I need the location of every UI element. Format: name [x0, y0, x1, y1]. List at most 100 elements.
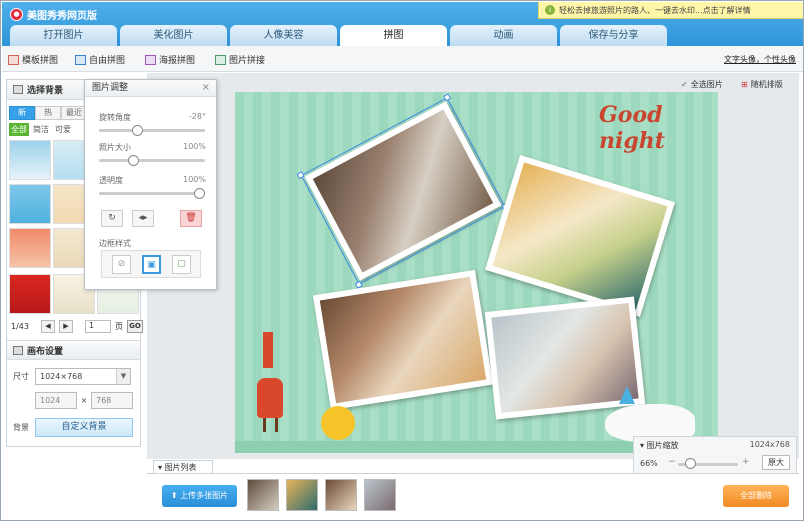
image-icon: [13, 85, 23, 94]
go-button[interactable]: GO: [126, 320, 143, 333]
background-title: 选择背景: [27, 86, 64, 96]
main-tabs: 打开图片 美化图片 人像美容 拼图 动画 保存与分享: [10, 25, 667, 47]
resize-handle[interactable]: [296, 171, 305, 180]
tab-new[interactable]: 新: [9, 106, 35, 120]
height-input[interactable]: 768: [91, 392, 133, 409]
tab-collage[interactable]: 拼图: [340, 25, 447, 47]
background-pager: 1/43 ◀ ▶ 1 页 GO: [11, 320, 143, 333]
tab-save-share[interactable]: 保存与分享: [560, 25, 667, 47]
rotation-label: 旋转角度: [99, 113, 131, 122]
next-page-button[interactable]: ▶: [58, 320, 73, 333]
app-title: 美图秀秀网页版: [27, 11, 97, 22]
promo-banner[interactable]: i 轻松去掉旅游照片的路人、一键去水印...点击了解详情: [538, 2, 803, 19]
border-style-options: ⊘ ▣ ▢: [101, 250, 201, 278]
chevron-down-icon: ▼: [116, 369, 130, 384]
good-night-decoration: Good night: [599, 102, 665, 154]
resize-handle[interactable]: [443, 93, 452, 102]
upload-multiple-button[interactable]: ⬆ 上传多张图片: [162, 485, 237, 507]
random-arrange-button[interactable]: ⊞ 随机排版: [741, 79, 783, 90]
promo-text[interactable]: 轻松去掉旅游照片的路人、一键去水印...点击了解详情: [559, 5, 751, 16]
background-thumbnail[interactable]: [9, 274, 51, 314]
collage-photo-3[interactable]: [312, 269, 494, 411]
rotation-value: -28°: [188, 112, 206, 121]
size-value: 100%: [183, 142, 206, 151]
background-thumbnail[interactable]: [9, 184, 51, 224]
background-thumbnail[interactable]: [9, 140, 51, 180]
opacity-value: 100%: [183, 175, 206, 184]
size-slider-knob[interactable]: [127, 155, 139, 166]
rotation-slider[interactable]: [99, 125, 205, 136]
size-select[interactable]: 1024×768 ▼: [35, 368, 131, 385]
border-style-label: 边框样式: [99, 239, 131, 248]
zoom-out-icon[interactable]: −: [668, 457, 676, 467]
photo-list-thumbnail[interactable]: [247, 479, 279, 511]
free-collage-label: 自由拼图: [89, 56, 126, 66]
background-label: 背景: [13, 423, 29, 432]
photo-list-bar: ⬆ 上传多张图片 全部删除: [147, 473, 799, 517]
collage-photo-1[interactable]: [296, 93, 510, 289]
select-all-button[interactable]: ✔ 全选图片: [681, 79, 723, 90]
photo-list-thumbnail[interactable]: [325, 479, 357, 511]
photo-1-image: [312, 109, 494, 273]
zoom-percent: 66%: [640, 459, 658, 468]
border-style-2-icon[interactable]: ▢: [172, 255, 191, 274]
free-collage-button[interactable]: 自由拼图: [75, 53, 125, 66]
adjust-panel-header: 图片调整 ×: [85, 80, 216, 97]
canvas-settings-header: 画布设置: [7, 340, 140, 360]
border-style-1-icon[interactable]: ▣: [142, 255, 161, 274]
delete-icon[interactable]: 🗑: [180, 210, 202, 227]
tab-open-image[interactable]: 打开图片: [10, 25, 117, 47]
category-all[interactable]: 全部: [9, 123, 29, 136]
select-all-label: 全选图片: [690, 80, 723, 89]
zoom-in-icon[interactable]: +: [742, 457, 750, 467]
photo-list-thumbnail[interactable]: [286, 479, 318, 511]
page-input[interactable]: 1: [84, 320, 111, 333]
custom-background-button[interactable]: 自定义背景: [35, 418, 133, 437]
size-label: 照片大小: [99, 143, 131, 152]
stitch-icon: [215, 54, 226, 65]
image-stitch-label: 图片拼接: [229, 56, 266, 66]
zoom-slider-knob[interactable]: [684, 458, 696, 469]
fox-illustration: [255, 332, 295, 437]
tab-portrait[interactable]: 人像美容: [230, 25, 337, 47]
tab-beautify[interactable]: 美化图片: [120, 25, 227, 47]
poster-collage-button[interactable]: 海报拼图: [145, 53, 195, 66]
rotate-icon[interactable]: ↻: [101, 210, 123, 227]
canvas-icon: [13, 345, 23, 355]
delete-all-button[interactable]: 全部删除: [723, 485, 789, 507]
flip-icon[interactable]: ◂▸: [132, 210, 154, 227]
adjust-panel-title: 图片调整: [92, 83, 129, 93]
width-input[interactable]: 1024: [35, 392, 77, 409]
template-collage-label: 模板拼图: [22, 56, 59, 66]
close-icon[interactable]: ×: [202, 80, 210, 96]
collage-photo-2[interactable]: [484, 154, 676, 318]
tab-animation[interactable]: 动画: [450, 25, 557, 47]
opacity-slider-knob[interactable]: [194, 188, 205, 199]
collage-canvas[interactable]: Good night: [235, 92, 718, 453]
original-size-button[interactable]: 原大: [762, 455, 790, 470]
opacity-slider[interactable]: [99, 188, 205, 199]
category-simple[interactable]: 简洁: [31, 123, 51, 136]
yellow-ball-illustration: [321, 406, 355, 440]
rotation-slider-knob[interactable]: [132, 125, 144, 136]
template-collage-button[interactable]: 模板拼图: [8, 53, 58, 66]
photo-list-thumbnail[interactable]: [364, 479, 396, 511]
collage-mode-toolbar: 模板拼图 自由拼图 海报拼图 图片拼接 文字头像，个性头像: [2, 46, 803, 72]
size-row: 尺寸 1024×768 ▼: [13, 368, 131, 385]
text-avatar-link[interactable]: 文字头像，个性头像: [724, 54, 796, 65]
opacity-label: 透明度: [99, 176, 123, 185]
background-thumbnail[interactable]: [9, 228, 51, 268]
background-row: 背景 自定义背景: [13, 418, 133, 437]
image-stitch-button[interactable]: 图片拼接: [215, 53, 265, 66]
template-icon: [8, 54, 19, 65]
size-value: 1024×768: [40, 372, 83, 381]
size-label: 尺寸: [13, 372, 29, 381]
upload-label: 上传多张图片: [180, 491, 229, 500]
no-border-icon[interactable]: ⊘: [112, 255, 131, 274]
prev-page-button[interactable]: ◀: [40, 320, 55, 333]
category-cute[interactable]: 可爱: [53, 123, 73, 136]
photo-list-tab[interactable]: ▾ 图片列表: [153, 460, 213, 474]
free-collage-icon: [75, 54, 86, 65]
tab-hot[interactable]: 热: [35, 106, 61, 120]
size-slider[interactable]: [99, 155, 205, 166]
